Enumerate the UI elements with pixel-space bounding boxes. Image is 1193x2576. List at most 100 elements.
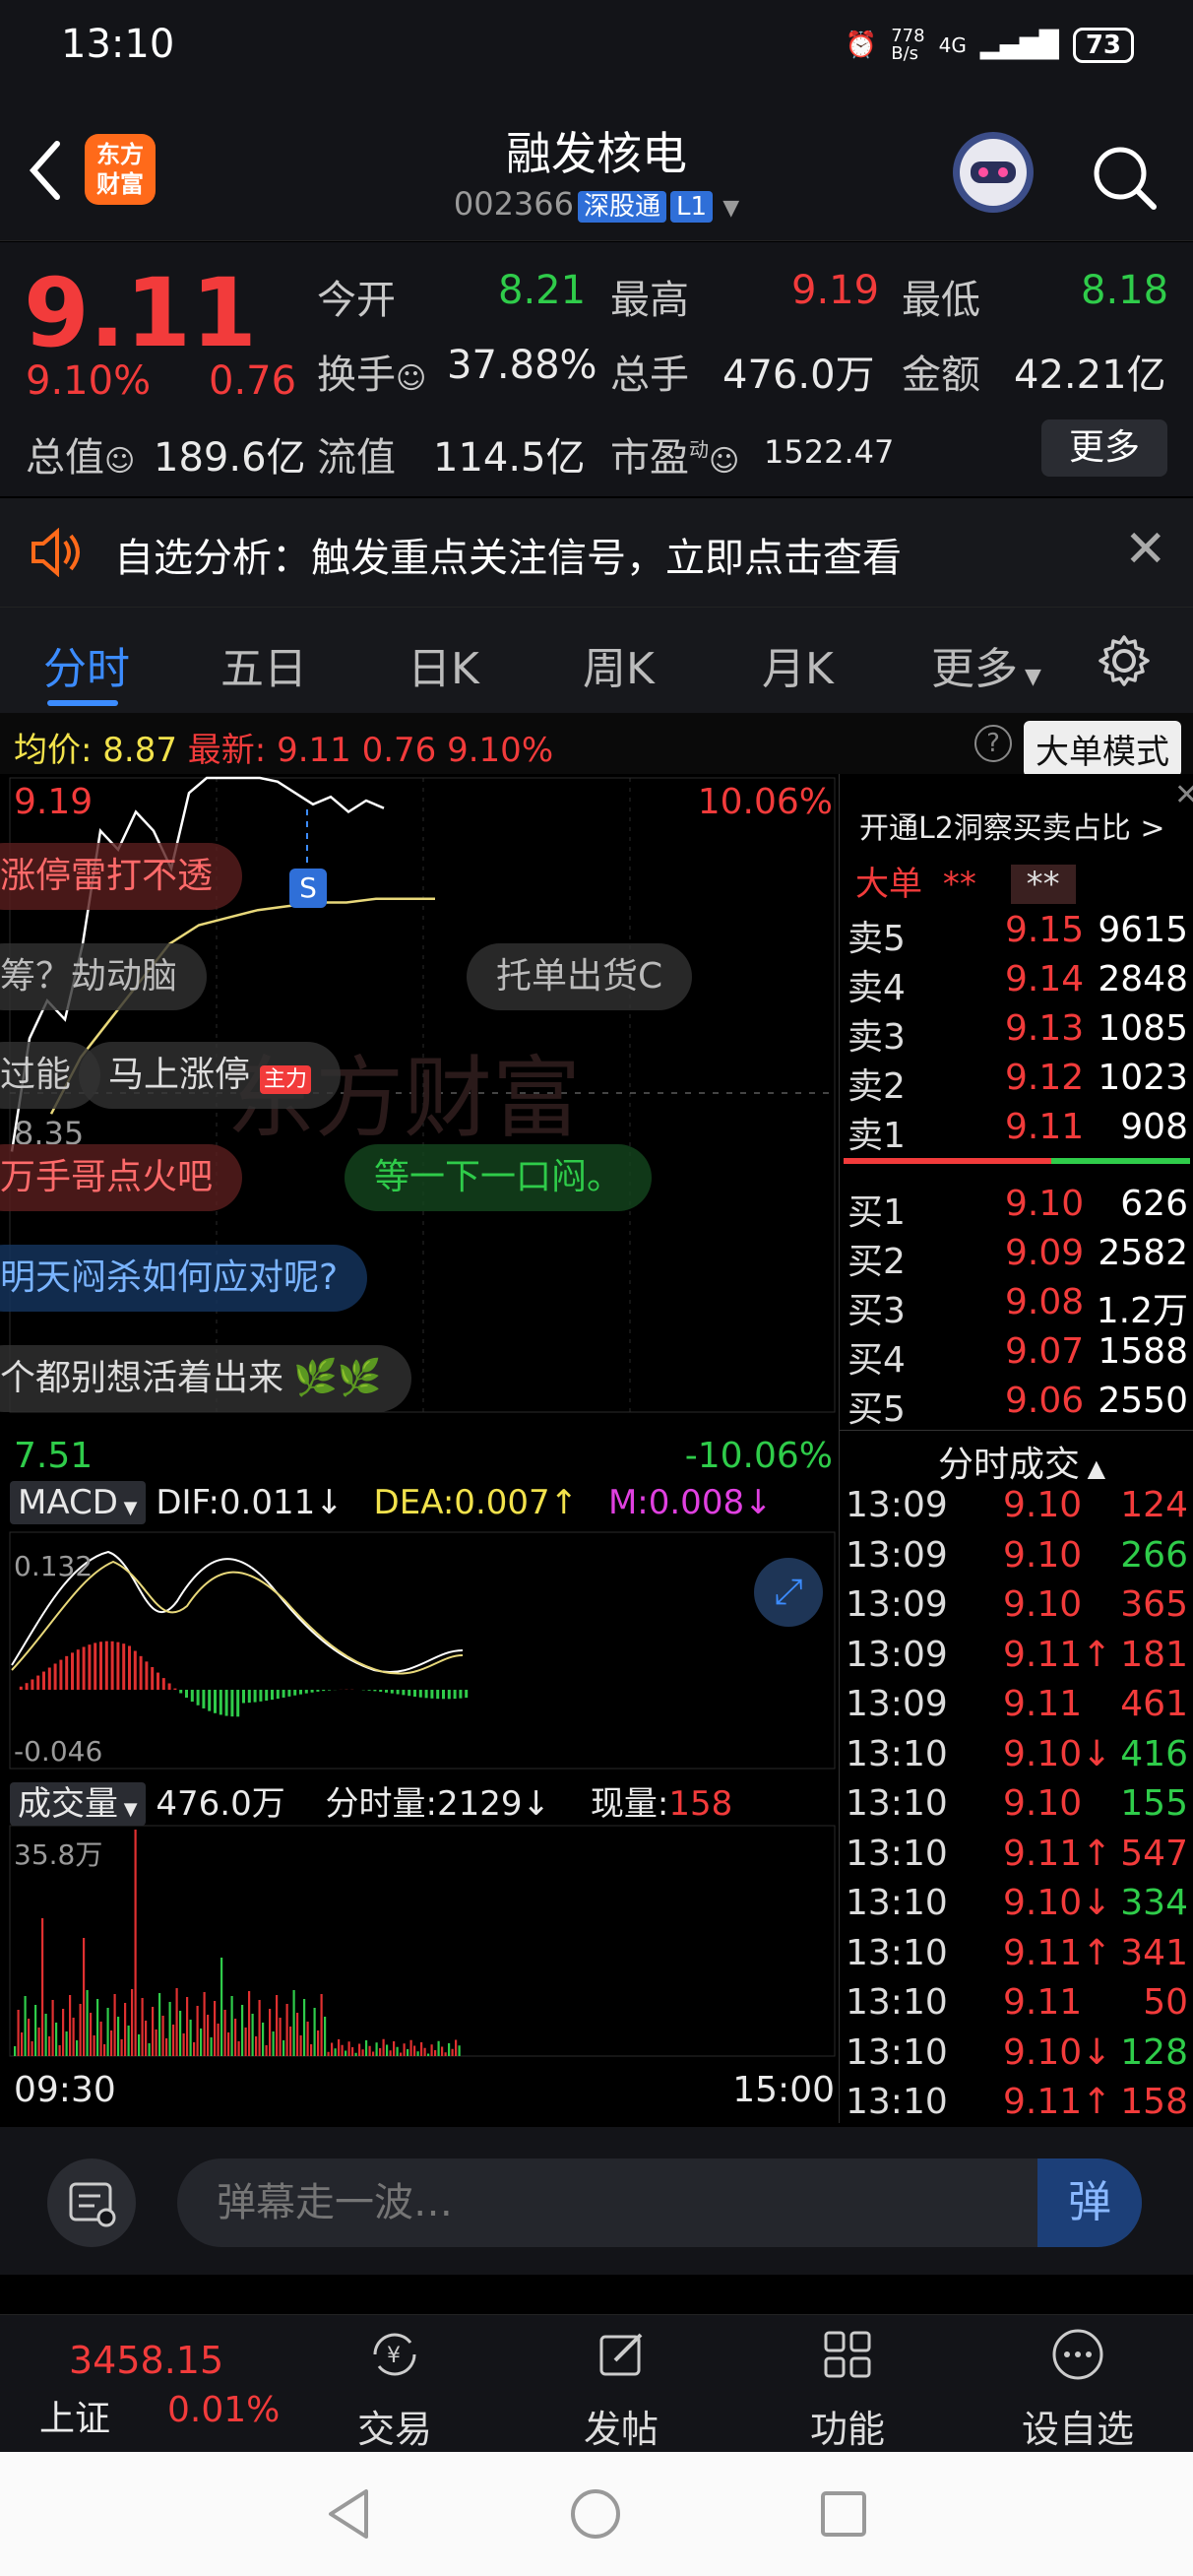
index-name[interactable]: 上证	[39, 2390, 110, 2441]
nav-add-watchlist[interactable]: 设自选	[1014, 2325, 1142, 2453]
macd-bar	[271, 1690, 274, 1701]
danmaku-bullet[interactable]: 个都别想活着出来 🌿🌿	[0, 1345, 411, 1412]
status-bar: 13:10 ⏰ 778 B/s 4G ▂▄▆█ 73	[0, 0, 1193, 98]
danmaku-bullet[interactable]: 等一下一口闷。	[345, 1144, 653, 1211]
market-tag: 深股通	[578, 191, 667, 223]
volume-bar	[214, 2001, 217, 2056]
danmaku-bullet[interactable]: 万手哥点火吧	[0, 1144, 243, 1211]
tab-more[interactable]: 更多 ▼	[931, 633, 1041, 696]
expand-icon[interactable]: ⤢	[754, 1558, 823, 1627]
signal-bars-icon: ▂▄▆█	[979, 31, 1059, 60]
mktcap-label[interactable]: 总值☺	[26, 425, 135, 483]
trade-price: 9.10↓	[1003, 2031, 1112, 2073]
tab-daily[interactable]: 日K	[408, 633, 479, 696]
danmaku-input[interactable]	[177, 2158, 1142, 2247]
gear-icon[interactable]	[1095, 631, 1154, 690]
volume-bar	[451, 2048, 454, 2056]
tab-5day[interactable]: 五日	[220, 633, 307, 696]
volume-bar	[248, 1991, 251, 2056]
big-order-mode-button[interactable]: 大单模式	[1024, 721, 1181, 777]
close-icon[interactable]: ✕	[1174, 778, 1193, 812]
nav-trade[interactable]: ¥ 交易	[331, 2325, 459, 2453]
volume-value: 476.0万	[722, 353, 875, 398]
help-icon[interactable]: ?	[974, 725, 1012, 762]
danmaku-bullet[interactable]: 明天闷杀如何应对呢?	[0, 1245, 368, 1312]
macd-bar	[316, 1690, 320, 1692]
ask-row[interactable]: 卖1 9.11 908	[848, 1107, 1193, 1156]
danmaku-bullet[interactable]: 筹？劫动脑	[0, 943, 208, 1010]
volume-bar	[396, 2046, 399, 2056]
macd-bar	[133, 1650, 137, 1690]
notice-banner[interactable]: 自选分析：触发重点关注信号，立即点击查看 ✕	[0, 498, 1193, 607]
volume-bar	[99, 2022, 102, 2056]
trade-time: 13:09	[846, 1684, 948, 1724]
ask-row[interactable]: 卖3 9.13 1085	[848, 1008, 1193, 1058]
system-recents-icon[interactable]	[819, 2489, 868, 2539]
close-icon[interactable]: ✕	[1124, 520, 1167, 579]
system-home-icon[interactable]	[569, 2487, 622, 2541]
volume-now-value: 158	[668, 1784, 733, 1824]
trade-time: 13:09	[846, 1485, 948, 1525]
macd-bar	[442, 1690, 445, 1700]
trades-title[interactable]: 分时成交 ▲	[938, 1436, 1105, 1487]
nav-functions[interactable]: 功能	[784, 2325, 911, 2453]
macd-bar	[430, 1690, 434, 1699]
sell-marker[interactable]: S	[289, 869, 327, 908]
tab-intraday[interactable]: 分时	[43, 633, 130, 696]
intraday-chart[interactable]: 东方财富 9.19 10.06% 8.35 7.51 -10.06% S MAC…	[0, 774, 839, 2123]
volume-bar	[141, 1998, 144, 2056]
system-back-icon[interactable]	[325, 2487, 374, 2541]
turnover-label[interactable]: 换手☺	[317, 343, 426, 400]
max-pct-label: 10.06%	[697, 782, 833, 822]
bid-row[interactable]: 买2 9.09 2582	[848, 1233, 1193, 1282]
bid-row[interactable]: 买5 9.06 2550	[848, 1381, 1193, 1430]
volume-bar	[393, 2041, 396, 2056]
macd-bar	[36, 1675, 40, 1690]
tab-monthly[interactable]: 月K	[762, 633, 834, 696]
ask-row[interactable]: 卖5 9.15 9615	[848, 910, 1193, 959]
search-icon[interactable]	[1085, 138, 1163, 217]
volume-bar	[400, 2052, 403, 2056]
ask-price: 9.12	[1005, 1058, 1085, 1098]
index-pct[interactable]: 0.01%	[167, 2390, 280, 2430]
battery-icon: 73	[1072, 28, 1134, 63]
l2-promo[interactable]: 开通L2洞察买卖占比 >	[859, 804, 1164, 847]
volume-bar	[69, 1995, 72, 2056]
volume-bar	[200, 2029, 203, 2056]
tab-weekly[interactable]: 周K	[583, 633, 655, 696]
danmaku-settings-icon[interactable]	[47, 2158, 136, 2247]
danmaku-send-button[interactable]: 弹	[1037, 2158, 1142, 2247]
volume-bar	[90, 2013, 93, 2056]
volume-bar	[234, 2019, 237, 2056]
macd-bar	[110, 1641, 114, 1690]
index-value[interactable]: 3458.15	[69, 2339, 223, 2382]
macd-selector[interactable]: MACD ▼	[10, 1481, 146, 1524]
more-button[interactable]: 更多	[1041, 419, 1167, 477]
macd-bar	[116, 1642, 120, 1690]
volume-bar	[55, 2023, 58, 2056]
nav-post[interactable]: 发帖	[557, 2325, 685, 2453]
ask-row[interactable]: 卖4 9.14 2848	[848, 959, 1193, 1008]
trade-price: 9.11↑	[1003, 1833, 1112, 1874]
bid-row[interactable]: 买3 9.08 1.2万	[848, 1282, 1193, 1331]
leek-emoji-icon: 🌿🌿	[293, 1358, 382, 1398]
volume-selector[interactable]: 成交量 ▼	[10, 1782, 146, 1826]
trade-time: 13:09	[846, 1534, 948, 1576]
danmaku-bullet[interactable]: 马上涨停 主力	[79, 1042, 342, 1109]
pe-label[interactable]: 市盈动☺	[610, 425, 739, 483]
system-nav-bar	[0, 2452, 1193, 2576]
danmaku-bullet[interactable]: 涨停雷打不透	[0, 843, 243, 910]
ask-row[interactable]: 卖2 9.12 1023	[848, 1058, 1193, 1107]
order-book-panel: 开通L2洞察买卖占比 > ✕ 大单 ** ** 分时成交 ▲ 卖5 9.15 961…	[839, 774, 1193, 2123]
macd-bar	[293, 1690, 297, 1696]
macd-bar	[139, 1655, 143, 1690]
trade-volume: 181	[1120, 1634, 1188, 1675]
macd-bar	[418, 1690, 422, 1698]
trade-volume: 334	[1120, 1883, 1188, 1923]
assistant-robot-icon[interactable]	[953, 132, 1034, 213]
bid-row[interactable]: 买4 9.07 1588	[848, 1331, 1193, 1381]
danmaku-bullet[interactable]: 托单出货C	[467, 943, 693, 1010]
min-price-label: 7.51	[14, 1436, 94, 1476]
bid-row[interactable]: 买1 9.10 626	[848, 1184, 1193, 1233]
main-force-icon: 主力	[260, 1065, 312, 1094]
